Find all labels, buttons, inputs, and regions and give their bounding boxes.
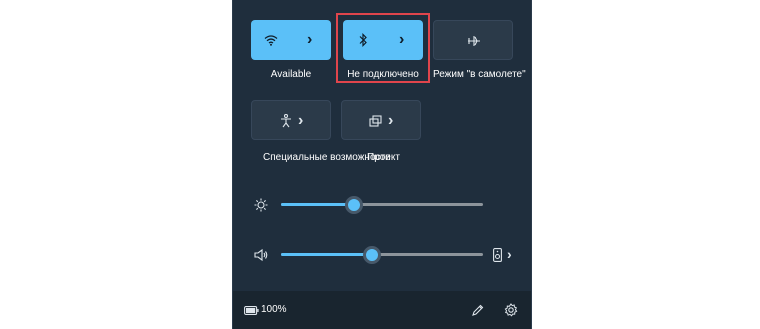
project-tile[interactable]: ›: [341, 100, 421, 140]
accessibility-expand-chevron-icon[interactable]: ›: [298, 113, 303, 129]
battery-icon[interactable]: [243, 304, 259, 316]
volume-slider-fill: [281, 253, 372, 256]
quick-settings-panel: › Available › Не подключено Режим "в сам…: [232, 0, 532, 329]
wifi-label: Available: [270, 69, 312, 80]
quick-settings-footer: 100%: [233, 291, 531, 329]
wifi-expand-chevron-icon[interactable]: ›: [307, 32, 312, 48]
brightness-icon: [253, 197, 269, 213]
brightness-slider[interactable]: [281, 203, 483, 206]
project-icon: [368, 113, 384, 129]
audio-output-chevron-icon[interactable]: ›: [507, 246, 512, 262]
pencil-icon[interactable]: [469, 302, 485, 318]
audio-device-icon[interactable]: [491, 247, 503, 263]
speaker-icon[interactable]: [253, 247, 269, 263]
gear-icon[interactable]: [503, 302, 519, 318]
brightness-slider-fill: [281, 203, 354, 206]
brightness-slider-thumb[interactable]: [345, 196, 363, 214]
airplane-icon: [466, 33, 482, 49]
accessibility-icon: [278, 113, 294, 129]
accessibility-tile[interactable]: ›: [251, 100, 331, 140]
volume-slider[interactable]: [281, 253, 483, 256]
airplane-mode-tile[interactable]: [433, 20, 513, 60]
airplane-mode-label: Режим "в самолете": [433, 69, 526, 80]
project-label: Проект: [367, 152, 400, 163]
battery-percentage: 100%: [261, 304, 287, 315]
project-expand-chevron-icon[interactable]: ›: [388, 113, 393, 129]
volume-slider-thumb[interactable]: [363, 246, 381, 264]
wifi-icon: [263, 32, 279, 48]
wifi-tile[interactable]: ›: [251, 20, 331, 60]
bluetooth-highlight-frame: [336, 13, 430, 83]
